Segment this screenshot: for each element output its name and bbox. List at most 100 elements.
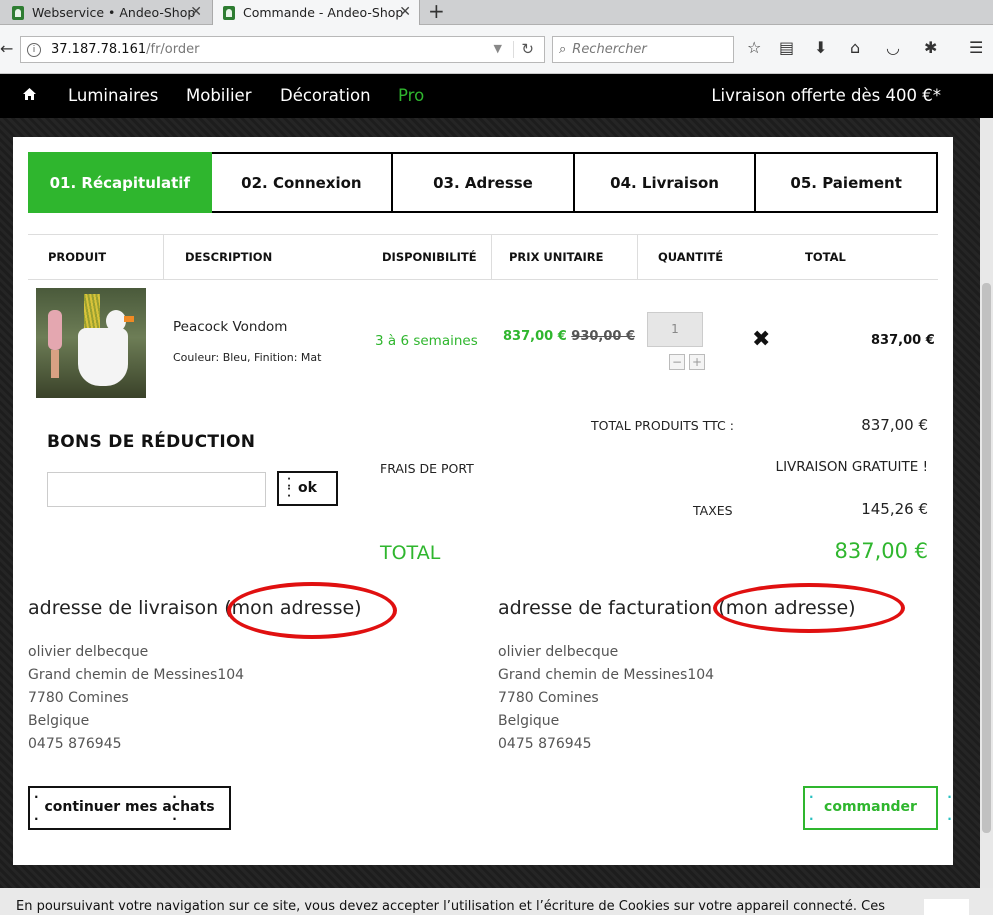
menu-hamburger-icon[interactable]: ☰ xyxy=(969,38,983,57)
close-tab-icon[interactable]: ✕ xyxy=(399,4,411,20)
cookie-accept-button[interactable] xyxy=(924,899,969,915)
annotation-circle xyxy=(713,583,905,633)
back-arrow-icon[interactable]: ← xyxy=(0,39,13,58)
header-unit-price: PRIX UNITAIRE xyxy=(509,250,604,264)
free-shipping-banner: Livraison offerte dès 400 €* xyxy=(711,86,941,105)
download-icon[interactable]: ⬇ xyxy=(814,38,827,57)
divider xyxy=(163,234,164,280)
search-placeholder: Rechercher xyxy=(572,42,647,57)
step-summary[interactable]: 01. Récapitulatif xyxy=(28,152,212,213)
delivery-address-line: 0475 876945 xyxy=(28,736,122,752)
scrollbar[interactable] xyxy=(980,118,993,888)
continue-shopping-button[interactable]: continuer mes achats xyxy=(28,786,231,830)
billing-address-line: Belgique xyxy=(498,713,560,729)
site-main-nav: Luminaires Mobilier Décoration Pro Livra… xyxy=(0,74,993,118)
url-bar[interactable]: i 37.187.78.161 /fr/order ▼ ↻ xyxy=(20,36,545,63)
quantity-increase-button[interactable]: + xyxy=(689,354,705,370)
andeo-favicon-icon xyxy=(223,5,235,20)
annotation-circle xyxy=(227,582,397,639)
price-original: 930,00 € xyxy=(571,329,636,344)
total-products-value: 837,00 € xyxy=(861,416,928,434)
vouchers-title: BONS DE RÉDUCTION xyxy=(47,432,256,452)
quantity-input[interactable]: 1 xyxy=(647,312,703,347)
reload-icon[interactable]: ↻ xyxy=(521,40,534,58)
shipping-value: LIVRAISON GRATUITE ! xyxy=(775,459,928,475)
taxes-label: TAXES xyxy=(693,503,733,518)
header-availability: DISPONIBILITÉ xyxy=(382,250,477,264)
scrollbar-thumb[interactable] xyxy=(982,283,991,833)
billing-address-line: 7780 Comines xyxy=(498,690,599,706)
step-shipping[interactable]: 04. Livraison xyxy=(574,152,757,213)
header-description: DESCRIPTION xyxy=(185,250,273,264)
cookie-notice: En poursuivant votre navigation sur ce s… xyxy=(0,888,993,915)
close-tab-icon[interactable]: ✕ xyxy=(190,4,202,20)
divider xyxy=(513,41,514,58)
cart-table-header: PRODUIT DESCRIPTION DISPONIBILITÉ PRIX U… xyxy=(28,234,938,280)
product-image-detail xyxy=(48,310,62,350)
delivery-address-line: Belgique xyxy=(28,713,90,729)
browser-tab-bar: Webservice • Andeo-Shop ✕ Commande - And… xyxy=(0,0,993,25)
delivery-address-heading: adresse de livraison xyxy=(28,597,219,619)
product-image-detail xyxy=(51,350,59,378)
delivery-address-line: olivier delbecque xyxy=(28,644,149,660)
checkout-steps: 01. Récapitulatif 02. Connexion 03. Adre… xyxy=(28,152,938,213)
total-value: 837,00 € xyxy=(834,539,928,563)
pocket-icon[interactable]: ◡ xyxy=(886,38,900,57)
billing-address-heading: adresse de facturation xyxy=(498,597,713,619)
remove-item-icon[interactable]: ✖ xyxy=(752,327,770,352)
nav-mobilier[interactable]: Mobilier xyxy=(186,86,252,105)
price-discounted: 837,00 € xyxy=(503,329,567,344)
url-dropdown-icon[interactable]: ▼ xyxy=(494,42,502,55)
shipping-label: FRAIS DE PORT xyxy=(380,461,474,476)
product-image-detail xyxy=(124,316,134,322)
billing-address-line: 0475 876945 xyxy=(498,736,592,752)
new-tab-icon[interactable]: + xyxy=(428,0,445,22)
browser-nav-bar: ← i 37.187.78.161 /fr/order ▼ ↻ ⌕ Recher… xyxy=(0,25,993,74)
andeo-favicon-icon xyxy=(12,5,24,20)
divider xyxy=(491,234,492,280)
product-availability: 3 à 6 semaines xyxy=(375,333,478,349)
step-payment[interactable]: 05. Paiement xyxy=(756,152,938,213)
header-product: PRODUIT xyxy=(48,250,107,264)
reading-list-icon[interactable]: ▤ xyxy=(779,38,794,57)
product-unit-price: 837,00 € 930,00 € xyxy=(503,329,635,344)
bookmark-star-icon[interactable]: ☆ xyxy=(747,38,761,57)
tab-title: Webservice • Andeo-Shop xyxy=(32,5,196,20)
browser-tab[interactable]: Webservice • Andeo-Shop ✕ xyxy=(0,0,210,25)
product-image-detail xyxy=(106,310,126,332)
taxes-value: 145,26 € xyxy=(861,500,928,518)
voucher-code-input[interactable] xyxy=(47,472,266,507)
delivery-address-line: 7780 Comines xyxy=(28,690,129,706)
product-image-detail xyxy=(78,328,128,386)
tab-title: Commande - Andeo-Shop xyxy=(243,5,404,20)
product-attributes: Couleur: Bleu, Finition: Mat xyxy=(173,351,322,364)
billing-address-line: Grand chemin de Messines104 xyxy=(498,667,715,683)
home-icon[interactable] xyxy=(22,86,37,105)
home-icon[interactable]: ⌂ xyxy=(850,38,860,57)
browser-tab-active[interactable]: Commande - Andeo-Shop ✕ xyxy=(212,0,420,25)
total-label: TOTAL xyxy=(380,542,441,564)
product-image[interactable] xyxy=(36,288,146,398)
product-row-total: 837,00 € xyxy=(871,333,935,348)
place-order-button[interactable]: commander xyxy=(803,786,938,830)
voucher-ok-button[interactable]: ok xyxy=(277,471,338,506)
url-path: /fr/order xyxy=(146,42,200,57)
total-products-label: TOTAL PRODUITS TTC : xyxy=(591,418,734,433)
nav-luminaires[interactable]: Luminaires xyxy=(68,86,158,105)
quantity-decrease-button[interactable]: − xyxy=(669,354,685,370)
header-total: TOTAL xyxy=(805,250,846,264)
header-quantity: QUANTITÉ xyxy=(658,250,724,264)
nav-pro[interactable]: Pro xyxy=(398,86,424,105)
search-input[interactable]: ⌕ Rechercher xyxy=(552,36,734,63)
billing-address-line: olivier delbecque xyxy=(498,644,619,660)
step-address[interactable]: 03. Adresse xyxy=(393,152,575,213)
nav-decoration[interactable]: Décoration xyxy=(280,86,371,105)
step-login[interactable]: 02. Connexion xyxy=(211,152,394,213)
divider xyxy=(637,234,638,280)
extension-icon[interactable]: ✱ xyxy=(924,38,937,57)
site-info-icon[interactable]: i xyxy=(27,42,41,57)
product-name[interactable]: Peacock Vondom xyxy=(173,319,287,335)
url-host: 37.187.78.161 xyxy=(51,42,147,57)
order-panel: 01. Récapitulatif 02. Connexion 03. Adre… xyxy=(13,137,953,865)
search-icon: ⌕ xyxy=(559,42,567,57)
